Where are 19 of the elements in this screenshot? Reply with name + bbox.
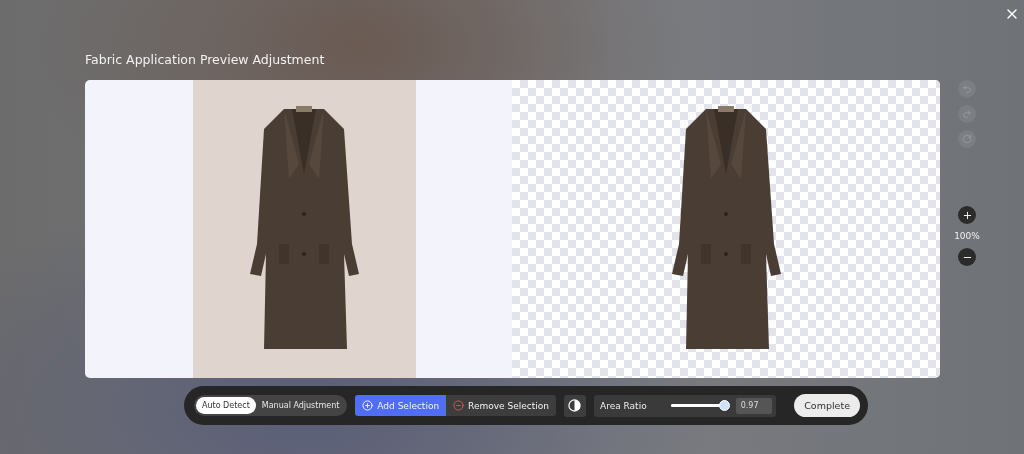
mode-tab[interactable]: Auto Detect — [196, 397, 256, 414]
redo-icon — [962, 109, 972, 119]
contrast-icon — [568, 399, 582, 412]
zoom-out-button[interactable] — [958, 248, 976, 266]
reset-icon — [962, 134, 972, 144]
dialog-title: Fabric Application Preview Adjustment — [85, 52, 325, 69]
minus-circle-icon — [453, 400, 465, 411]
plus-icon — [961, 209, 973, 221]
plus-circle-icon — [362, 400, 374, 411]
add-selection-button[interactable]: Add Selection — [355, 395, 447, 416]
area-ratio-label: Area Ratio — [599, 400, 647, 411]
mode-tab[interactable]: Manual Adjustment — [255, 397, 346, 414]
zoom-in-button[interactable] — [958, 206, 976, 224]
remove-selection-button[interactable]: Remove Selection — [446, 395, 556, 416]
undo-icon — [962, 84, 972, 94]
area-ratio-value[interactable]: 0.97 — [735, 397, 772, 414]
contrast-button[interactable] — [563, 394, 586, 417]
complete-button[interactable]: Complete — [794, 394, 860, 417]
zoom-level: 100% — [954, 231, 980, 241]
